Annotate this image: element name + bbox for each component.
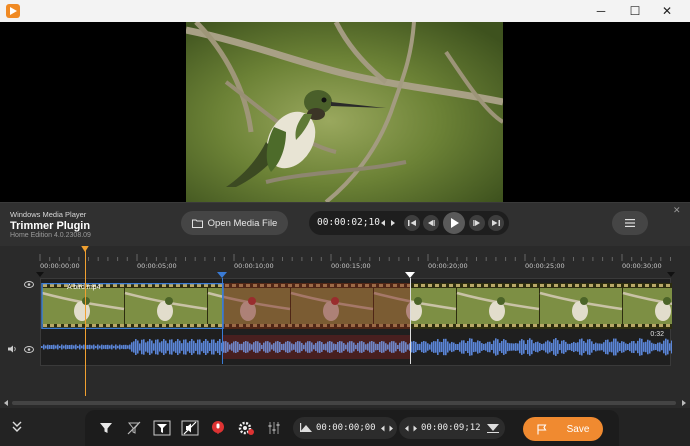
microphone-icon[interactable] (209, 419, 227, 437)
skip-start-icon (408, 220, 416, 226)
video-area (0, 22, 690, 202)
play-button[interactable] (443, 212, 465, 234)
open-media-file-label: Open Media File (207, 217, 278, 229)
step-back-icon (428, 220, 435, 226)
set-start-icon[interactable] (300, 423, 312, 433)
control-panel: Windows Media Player Trimmer Plugin Home… (0, 202, 690, 246)
open-media-file-button[interactable]: Open Media File (181, 211, 288, 235)
save-button[interactable]: Save (523, 417, 603, 441)
current-time-display: 00:00:02;10 (317, 217, 380, 228)
jump-to-end-button[interactable] (488, 215, 504, 231)
audio-waveform[interactable] (41, 335, 672, 359)
filter-icon[interactable] (97, 419, 115, 437)
hamburger-icon (625, 219, 635, 227)
previous-frame-button[interactable] (423, 215, 439, 231)
close-plugin-icon[interactable]: ✕ (673, 205, 681, 216)
skip-end-icon (492, 220, 500, 226)
in-marker-line (222, 278, 223, 364)
clip-name: A bird.mp4 (67, 284, 101, 291)
time-step-arrows-icon[interactable] (381, 219, 395, 227)
video-filmstrip[interactable]: A bird.mp4 (41, 283, 672, 329)
end-time-value[interactable]: 00:00:09;12 (421, 417, 481, 439)
ruler-tick-label: 00:00:00;00 (40, 262, 80, 270)
save-label: Save (566, 423, 590, 435)
edition-label: Home Edition 4.0.2308.09 (10, 232, 91, 239)
folder-icon (191, 219, 203, 228)
film-sprockets (41, 283, 672, 329)
scroll-right-icon[interactable] (682, 400, 686, 406)
trim-filter-icon[interactable] (153, 419, 171, 437)
bottom-toolbar: 00:00:00;00 00:00:09;12 Save (0, 408, 690, 446)
app-icon (6, 4, 20, 18)
end-time-box: 00:00:09;12 (399, 417, 505, 439)
playhead[interactable] (85, 246, 86, 396)
flag-icon (537, 423, 547, 434)
app-name: Windows Media Player (10, 210, 87, 219)
scroll-left-icon[interactable] (4, 400, 8, 406)
audio-visibility-eye-icon[interactable] (24, 346, 34, 353)
menu-button[interactable] (612, 211, 648, 235)
play-icon (451, 218, 459, 228)
jump-to-start-button[interactable] (404, 215, 420, 231)
plugin-name: Trimmer Plugin (10, 220, 91, 232)
ruler-tick-label: 00:00:30;00 (622, 262, 662, 270)
out-marker-line (410, 278, 411, 364)
ruler-tick-label: 00:00:25;00 (525, 262, 565, 270)
range-markers (36, 272, 675, 278)
settings-gear-icon[interactable] (237, 419, 255, 437)
end-time-step-icon[interactable] (405, 425, 417, 432)
clip-duration: 0:32 (650, 331, 664, 338)
title-bar: ─ ☐ ✕ (0, 0, 690, 22)
hummingbird-image (186, 22, 503, 202)
set-end-icon[interactable] (487, 423, 499, 433)
ruler-tick-label: 00:00:10;00 (234, 262, 274, 270)
speaker-icon[interactable] (8, 345, 18, 353)
start-time-step-icon[interactable] (381, 425, 393, 432)
next-frame-button[interactable] (469, 215, 485, 231)
timeline-scrollbar[interactable] (0, 396, 690, 408)
edit-toolbar: 00:00:00;00 00:00:09;12 Save (85, 410, 619, 446)
ruler-tick-label: 00:00:15;00 (331, 262, 371, 270)
clip-track[interactable]: A bird.mp4 0:32 (40, 278, 672, 366)
transport-controls: 00:00:02;10 (309, 211, 509, 235)
step-forward-icon (473, 220, 480, 226)
ruler-tick-label: 00:00:05;00 (137, 262, 177, 270)
mute-clip-icon[interactable] (181, 419, 199, 437)
app-window: ─ ☐ ✕ Windows Media Player Trimmer Plugi… (0, 0, 690, 446)
video-visibility-eye-icon[interactable] (24, 281, 34, 288)
audio-levels-icon[interactable] (265, 419, 283, 437)
ruler-tick-label: 00:00:20;00 (428, 262, 468, 270)
video-frame (186, 22, 503, 202)
start-time-box: 00:00:00;00 (293, 417, 397, 439)
collapse-icon[interactable] (12, 421, 22, 433)
start-time-value[interactable]: 00:00:00;00 (316, 417, 376, 439)
timeline: 00:00:00;00 00:00:05;00 00:00:10;00 00:0… (0, 246, 690, 408)
filter-off-icon[interactable] (125, 419, 143, 437)
close-button[interactable]: ✕ (644, 0, 690, 22)
